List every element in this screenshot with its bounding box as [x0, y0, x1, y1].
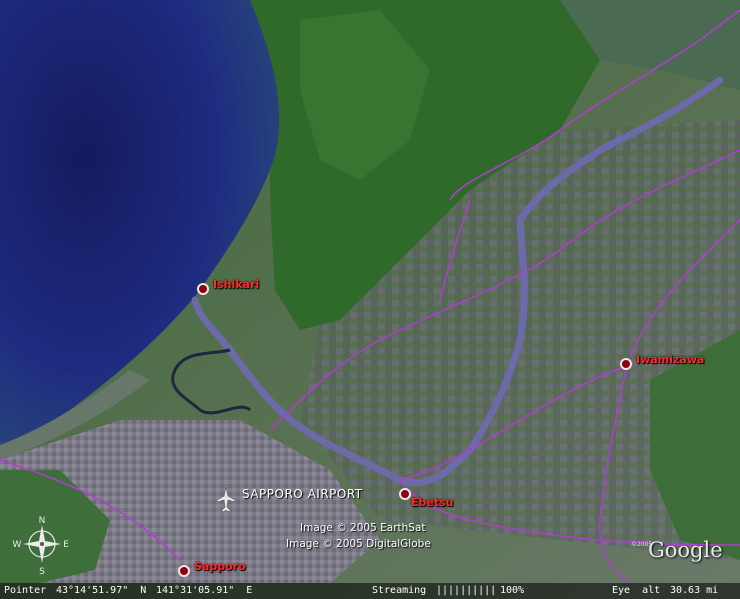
place-dot-icon — [197, 283, 209, 295]
google-logo: Google — [648, 538, 723, 562]
place-label: Ebetsu — [411, 496, 454, 509]
airport-label: SAPPORO AIRPORT — [242, 487, 363, 501]
place-marker-ishikari[interactable]: Ishikari — [197, 278, 259, 295]
place-marker-sapporo[interactable]: Sapporo — [178, 560, 246, 577]
eye-alt-label: Eye alt — [612, 585, 661, 596]
place-label: Iwamizawa — [636, 352, 705, 366]
place-dot-icon — [399, 487, 411, 500]
compass-south: S — [39, 567, 45, 575]
streaming-percent: 100% — [500, 585, 525, 596]
airport-marker[interactable]: SAPPORO AIRPORT — [216, 474, 363, 514]
streaming-label: Streaming — [372, 585, 427, 596]
credit-line: Image © 2005 EarthSat — [300, 522, 426, 534]
status-bar: Pointer 43°14'51.97" N 141°31'05.91" E S… — [0, 583, 740, 599]
airplane-icon — [216, 486, 236, 513]
place-label: Ishikari — [213, 277, 260, 291]
map-view[interactable]: Ishikari Iwamizawa Ebetsu Sapporo SAPPOR… — [0, 0, 740, 599]
place-label: Sapporo — [194, 559, 246, 573]
eye-alt-value: 30.63 mi — [670, 585, 719, 596]
place-marker-ebetsu[interactable]: Ebetsu — [399, 478, 454, 509]
compass-north: N — [39, 516, 46, 526]
place-dot-icon — [620, 358, 632, 370]
pointer-label: Pointer — [4, 585, 47, 596]
satellite-imagery[interactable] — [0, 0, 740, 599]
compass-west: W — [13, 540, 22, 550]
credit-line: Image © 2005 DigitalGlobe — [286, 538, 431, 550]
place-marker-iwamizawa[interactable]: Iwamizawa — [620, 353, 704, 370]
imagery-credits: Image © 2005 EarthSat Image © 2005 Digit… — [286, 520, 431, 552]
streaming-progress-bar: |||||||||| — [436, 585, 497, 596]
pointer-longitude: 141°31'05.91" E — [156, 585, 253, 596]
compass-east: E — [63, 540, 69, 550]
compass-rose-icon[interactable]: N S E W — [7, 515, 77, 575]
place-dot-icon — [178, 565, 190, 577]
pointer-latitude: 43°14'51.97" N — [56, 585, 147, 596]
